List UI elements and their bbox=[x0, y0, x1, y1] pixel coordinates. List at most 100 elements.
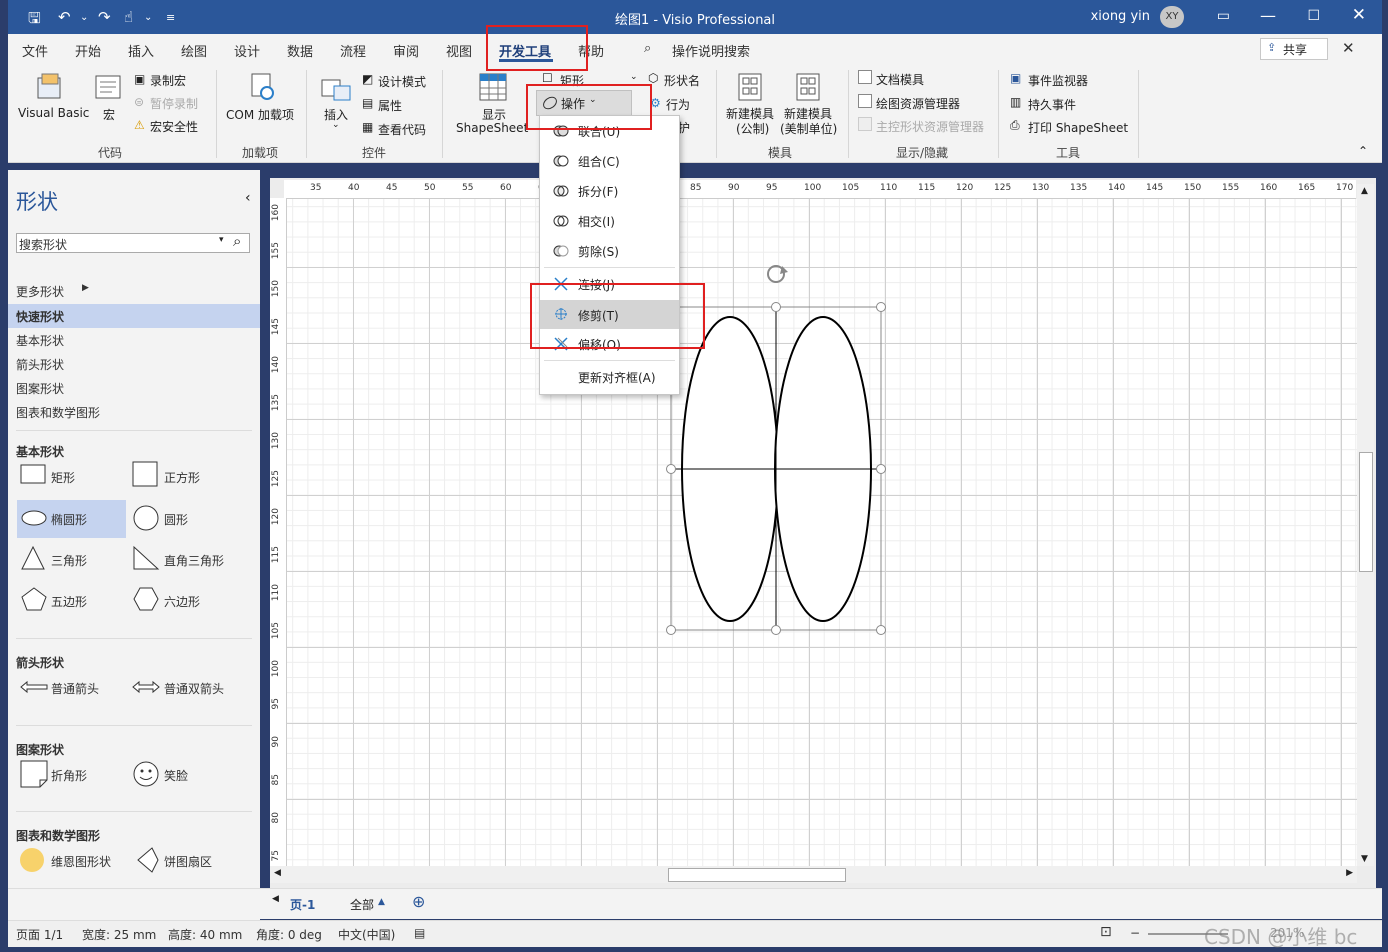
properties-button[interactable]: 属性 bbox=[378, 97, 402, 114]
shape-hexagon[interactable]: 六边形 bbox=[164, 593, 200, 610]
tab-view[interactable]: 视图 bbox=[446, 41, 472, 60]
tab-file[interactable]: 文件 bbox=[22, 41, 48, 60]
tab-process[interactable]: 流程 bbox=[340, 41, 366, 60]
visual-basic-button[interactable]: Visual Basic bbox=[18, 106, 89, 120]
ribbon-display-icon[interactable]: ▭ bbox=[1217, 8, 1230, 24]
zoom-out-icon[interactable]: − bbox=[1130, 926, 1140, 940]
horizontal-scrollbar[interactable]: ◀ ▶ bbox=[270, 866, 1357, 883]
menu-item-intersect[interactable]: 相交(I) bbox=[540, 208, 679, 234]
shape-circle[interactable]: 圆形 bbox=[164, 511, 188, 528]
new-stencil-metric-label-2[interactable]: (公制) bbox=[736, 120, 769, 137]
tab-home[interactable]: 开始 bbox=[75, 41, 101, 60]
shape-folded-corner[interactable]: 折角形 bbox=[51, 767, 87, 784]
shape-venn[interactable]: 维恩图形状 bbox=[51, 853, 111, 870]
collapse-pane-icon[interactable]: ‹ bbox=[245, 190, 251, 206]
close-ribbon-icon[interactable]: ✕ bbox=[1342, 39, 1355, 57]
shape-pie-sector[interactable]: 饼图扇区 bbox=[164, 853, 212, 870]
collapse-ribbon-icon[interactable]: ⌃ bbox=[1358, 144, 1368, 158]
event-monitor-button[interactable]: 事件监视器 bbox=[1028, 72, 1088, 89]
document-stencil-checkbox[interactable] bbox=[858, 70, 872, 84]
macro-recorder-icon[interactable]: ▤ bbox=[414, 926, 425, 940]
share-button[interactable]: ⇪ 共享 bbox=[1260, 38, 1328, 60]
ruler-left-label: 125 bbox=[271, 470, 281, 488]
search-icon[interactable]: ⌕ bbox=[644, 41, 651, 56]
menu-item-update-alignment-box[interactable]: 更新对齐框(A) bbox=[540, 364, 679, 390]
rectangle-dropdown-icon[interactable]: ⌄ bbox=[630, 72, 638, 82]
print-shapesheet-button[interactable]: 打印 ShapeSheet bbox=[1028, 119, 1128, 136]
macro-button[interactable]: 宏 bbox=[103, 106, 115, 123]
shape-name-icon: ⬡ bbox=[648, 71, 659, 85]
ruler-left-label: 155 bbox=[271, 242, 281, 260]
all-pages-tab[interactable]: 全部 bbox=[350, 896, 374, 913]
ruler-top-label: 85 bbox=[690, 183, 702, 193]
tab-data[interactable]: 数据 bbox=[287, 41, 313, 60]
scroll-left-icon[interactable]: ◀ bbox=[274, 868, 281, 878]
tab-draw[interactable]: 绘图 bbox=[181, 41, 207, 60]
macro-icon bbox=[95, 75, 121, 99]
user-name[interactable]: xiong yin bbox=[1091, 9, 1150, 24]
tab-insert[interactable]: 插入 bbox=[128, 41, 154, 60]
shape-arrow[interactable]: 普通箭头 bbox=[51, 680, 99, 697]
search-icon[interactable]: ⌕ bbox=[233, 232, 241, 250]
scroll-up-icon[interactable]: ▲ bbox=[1361, 186, 1368, 196]
shape-triangle[interactable]: 三角形 bbox=[51, 552, 87, 569]
shape-right-triangle[interactable]: 直角三角形 bbox=[164, 552, 224, 569]
scroll-down-icon[interactable]: ▼ bbox=[1361, 854, 1368, 864]
insert-dropdown-icon[interactable]: ⌄ bbox=[332, 120, 340, 130]
macro-security-button[interactable]: 宏安全性 bbox=[150, 118, 198, 135]
category-chart-shapes[interactable]: 图表和数学图形 bbox=[16, 404, 100, 421]
shape-pentagon[interactable]: 五边形 bbox=[51, 593, 87, 610]
close-icon[interactable]: ✕ bbox=[1352, 5, 1366, 25]
record-macro-button[interactable]: 录制宏 bbox=[150, 72, 186, 89]
persistent-events-button[interactable]: 持久事件 bbox=[1028, 96, 1076, 113]
menu-item-combine[interactable]: 组合(C) bbox=[540, 148, 679, 174]
category-pattern-shapes[interactable]: 图案形状 bbox=[16, 380, 64, 397]
status-height[interactable]: 高度: 40 mm bbox=[168, 926, 242, 943]
add-page-icon[interactable]: ⊕ bbox=[412, 892, 425, 911]
presentation-mode-icon[interactable]: ⊡ bbox=[1100, 924, 1112, 940]
rectangle-shape-icon bbox=[20, 464, 46, 484]
minimize-icon[interactable]: — bbox=[1260, 6, 1276, 25]
tab-design[interactable]: 设计 bbox=[234, 41, 260, 60]
drawing-explorer-label: 绘图资源管理器 bbox=[876, 97, 961, 111]
menu-item-subtract[interactable]: 剪除(S) bbox=[540, 238, 679, 264]
vertical-scroll-thumb[interactable] bbox=[1359, 452, 1373, 572]
status-angle[interactable]: 角度: 0 deg bbox=[256, 926, 322, 943]
shape-square[interactable]: 正方形 bbox=[164, 469, 200, 486]
shape-rectangle[interactable]: 矩形 bbox=[51, 469, 75, 486]
shape-double-arrow[interactable]: 普通双箭头 bbox=[164, 680, 224, 697]
status-bar: 页面 1/1 宽度: 25 mm 高度: 40 mm 角度: 0 deg 中文(… bbox=[8, 920, 1382, 949]
tab-review[interactable]: 审阅 bbox=[393, 41, 419, 60]
horizontal-scroll-thumb[interactable] bbox=[668, 868, 846, 882]
triangle-shape-icon bbox=[21, 545, 45, 570]
category-arrow-shapes[interactable]: 箭头形状 bbox=[16, 356, 64, 373]
category-quick-shapes[interactable]: 快速形状 bbox=[16, 308, 64, 325]
tell-me-search[interactable]: 操作说明搜索 bbox=[672, 41, 750, 60]
category-more-shapes[interactable]: 更多形状 bbox=[16, 283, 64, 300]
ruler-top-label: 45 bbox=[386, 183, 398, 193]
all-pages-dropdown-icon[interactable]: ▲ bbox=[378, 897, 385, 907]
com-addins-button[interactable]: COM 加载项 bbox=[226, 106, 294, 123]
avatar[interactable]: XY bbox=[1160, 6, 1184, 28]
maximize-icon[interactable]: ☐ bbox=[1307, 8, 1320, 24]
drawing-explorer-checkbox[interactable] bbox=[858, 94, 872, 108]
scroll-right-icon[interactable]: ▶ bbox=[1346, 868, 1353, 878]
design-mode-button[interactable]: 设计模式 bbox=[378, 73, 426, 90]
vertical-scrollbar[interactable]: ▲ ▼ bbox=[1357, 184, 1374, 866]
page-left-icon[interactable]: ◀ bbox=[272, 894, 279, 904]
behavior-button[interactable]: 行为 bbox=[666, 96, 690, 113]
view-code-button[interactable]: 查看代码 bbox=[378, 121, 426, 138]
status-page[interactable]: 页面 1/1 bbox=[16, 926, 63, 943]
shape-name-button[interactable]: 形状名 bbox=[664, 72, 700, 89]
page-tab-1[interactable]: 页-1 bbox=[290, 896, 315, 913]
status-width[interactable]: 宽度: 25 mm bbox=[82, 926, 156, 943]
new-stencil-us-label-2[interactable]: (美制单位) bbox=[780, 120, 837, 137]
category-basic-shapes[interactable]: 基本形状 bbox=[16, 332, 64, 349]
status-language[interactable]: 中文(中国) bbox=[338, 926, 395, 943]
menu-item-fragment[interactable]: 拆分(F) bbox=[540, 178, 679, 204]
search-dropdown-icon[interactable]: ▾ bbox=[219, 235, 224, 245]
shape-smiley[interactable]: 笑脸 bbox=[164, 767, 188, 784]
show-shapesheet-label-2[interactable]: ShapeSheet bbox=[456, 121, 528, 135]
search-shapes-input[interactable]: 搜索形状 ▾ ⌕ bbox=[16, 232, 250, 253]
shape-ellipse[interactable]: 椭圆形 bbox=[51, 511, 87, 528]
